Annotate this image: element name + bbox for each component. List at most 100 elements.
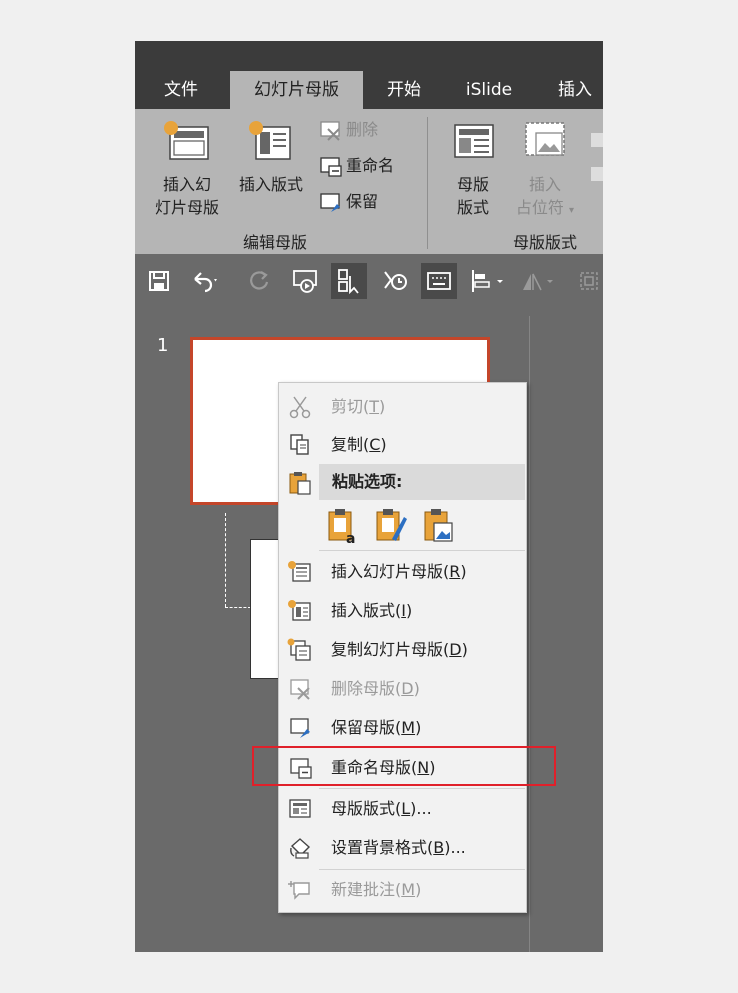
save-button[interactable]: [141, 263, 177, 299]
tab-file[interactable]: 文件: [145, 71, 217, 109]
format-background-icon: [290, 838, 311, 859]
tab-slide-master[interactable]: 幻灯片母版: [230, 71, 363, 109]
cut-key: T: [369, 397, 380, 416]
copy-key: C: [369, 435, 381, 454]
insert-layout-button[interactable]: 插入版式: [231, 119, 311, 196]
master-layout-label-2: 版式: [456, 198, 489, 217]
ribbon-panel: 插入幻 灯片母版 插入版式 删除 重命名 保留 编辑母版 母版 版式 插入 占位…: [135, 109, 603, 254]
redo-icon: [250, 271, 269, 290]
touch-select-button[interactable]: [331, 263, 367, 299]
delete-master-end: ): [413, 679, 420, 698]
insert-placeholder-label-2: 占位符 ▾: [505, 196, 585, 222]
preserve-master-icon: [320, 192, 340, 212]
insert-slide-master-label-1: 插入幻: [162, 175, 211, 194]
delete-label: 删除: [346, 120, 379, 139]
preserve-master-icon: [290, 718, 310, 738]
insert-layout-icon: [288, 600, 311, 621]
delete-master-icon: [290, 679, 310, 700]
slide-panel-divider: [529, 316, 530, 952]
tab-islide[interactable]: iSlide: [453, 71, 525, 109]
redo-button[interactable]: [241, 263, 277, 299]
delete-button[interactable]: 删除: [319, 117, 378, 143]
rename-button[interactable]: 重命名: [319, 153, 394, 179]
cut-end: ): [379, 397, 386, 416]
insert-layout-label: 插入版式: [238, 175, 303, 194]
duplicate-master-key: D: [449, 640, 462, 659]
undo-button[interactable]: [187, 263, 223, 299]
align-button[interactable]: [465, 263, 509, 299]
menu-item-format-background[interactable]: 设置背景格式(B)...: [279, 829, 526, 867]
menu-label: 保留母版(M): [331, 709, 421, 747]
insert-placeholder-label-1: 插入: [528, 175, 561, 194]
rename-label: 重命名: [346, 156, 395, 175]
menu-item-insert-slide-master[interactable]: 插入幻灯片母版(R): [279, 553, 526, 591]
keep-source-format-icon[interactable]: [374, 507, 408, 545]
insert-placeholder-label-2-text: 占位符: [515, 198, 564, 217]
paste-options-label: 粘贴选项:: [332, 472, 403, 491]
format-background-end: )...: [444, 838, 466, 857]
align-icon: [472, 270, 503, 292]
insert-slide-master-icon: [288, 561, 311, 582]
scissors-icon: [289, 396, 311, 419]
menu-label: 插入幻灯片母版(R): [331, 553, 467, 591]
new-comment-icon: [288, 881, 310, 900]
menu-item-insert-layout[interactable]: 插入版式(I): [279, 592, 526, 630]
tab-insert[interactable]: 插入: [540, 71, 603, 109]
menu-separator: [319, 550, 525, 551]
menu-item-delete-master[interactable]: 删除母版(D): [279, 670, 526, 708]
rehearse-icon: [384, 271, 407, 290]
master-layout-end: )...: [410, 799, 432, 818]
insert-placeholder-icon: [525, 122, 565, 156]
paste-icon: [289, 472, 311, 495]
master-layout-button[interactable]: 母版 版式: [443, 119, 503, 219]
insert-placeholder-button[interactable]: 插入 占位符 ▾: [505, 119, 585, 222]
from-beginning-button[interactable]: [287, 263, 323, 299]
highlight-box: [252, 746, 556, 786]
new-comment-key: M: [401, 880, 416, 899]
keep-text-only-icon[interactable]: a: [326, 507, 360, 545]
duplicate-master-icon: [287, 638, 311, 661]
preserve-label: 保留: [346, 192, 379, 211]
paste-picture-icon[interactable]: [422, 507, 456, 545]
svg-text:a: a: [346, 531, 355, 545]
menu-item-new-comment[interactable]: 新建批注(M): [279, 871, 526, 909]
group-button[interactable]: [571, 263, 603, 299]
menu-label: 设置背景格式(B)...: [331, 829, 466, 867]
edit-master-group-label: 编辑母版: [243, 233, 308, 252]
keyboard-icon: [427, 272, 451, 290]
menu-item-duplicate-slide-master[interactable]: 复制幻灯片母版(D): [279, 631, 526, 669]
preserve-button[interactable]: 保留: [319, 189, 378, 215]
master-layout-icon: [454, 124, 494, 158]
quick-access-toolbar: [135, 254, 603, 318]
from-beginning-icon: [293, 270, 317, 293]
insert-slide-master-button[interactable]: 插入幻 灯片母版: [147, 119, 227, 219]
master-layout-group-label: 母版版式: [513, 233, 578, 252]
rehearse-timings-button[interactable]: [377, 263, 413, 299]
preserve-master-end: ): [415, 718, 422, 737]
menu-item-master-layout[interactable]: 母版版式(L)...: [279, 790, 526, 828]
insert-slide-master-label-2: 灯片母版: [154, 198, 219, 217]
duplicate-master-text: 复制幻灯片母版(: [331, 640, 450, 659]
rotate-button[interactable]: [517, 263, 561, 299]
copy-text: 复制(: [331, 435, 370, 454]
tree-connector-vertical: [225, 513, 226, 607]
tree-connector-horizontal: [225, 607, 251, 608]
insert-slide-master-icon: [164, 121, 209, 160]
menu-item-preserve-master[interactable]: 保留母版(M): [279, 709, 526, 747]
touch-select-icon: [338, 269, 359, 294]
ribbon-group-separator: [427, 117, 428, 249]
menu-label: 删除母版(D): [331, 670, 420, 708]
menu-item-cut[interactable]: 剪切(T): [279, 388, 526, 426]
delete-master-key: D: [401, 679, 414, 698]
insert-slide-master-end: ): [460, 562, 467, 581]
menu-item-copy[interactable]: 复制(C): [279, 426, 526, 464]
delete-master-text: 删除母版(: [331, 679, 402, 698]
keyboard-button[interactable]: [421, 263, 457, 299]
preserve-master-text: 保留母版(: [331, 718, 402, 737]
menu-separator: [319, 788, 525, 789]
tab-home[interactable]: 开始: [371, 71, 437, 109]
insert-layout-end: ): [405, 601, 413, 620]
insert-layout-text: 插入版式(: [331, 601, 402, 620]
insert-slide-master-text: 插入幻灯片母版(: [331, 562, 450, 581]
rename-master-icon: [320, 156, 342, 177]
